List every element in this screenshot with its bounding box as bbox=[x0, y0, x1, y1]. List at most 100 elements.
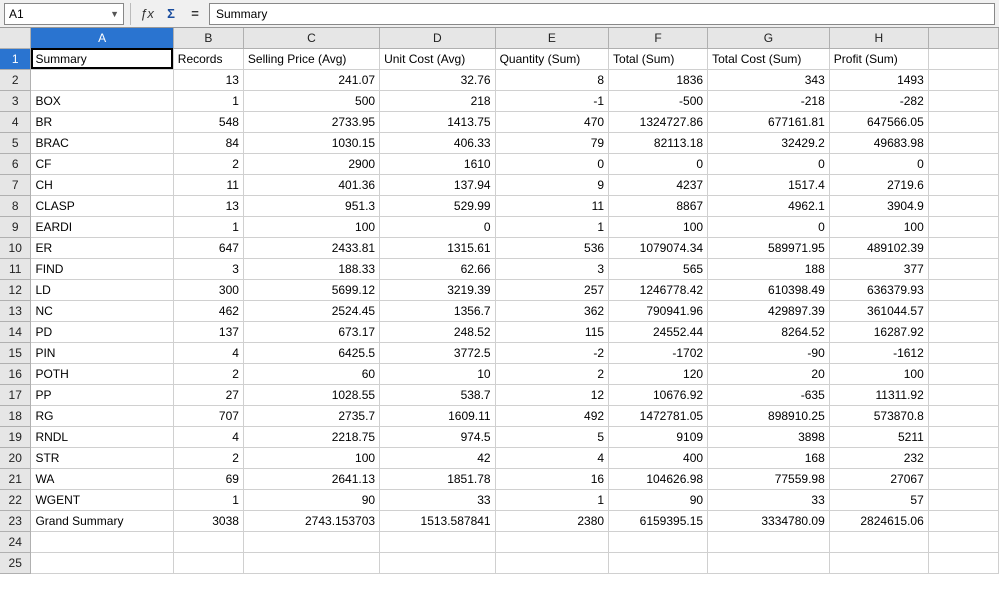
cell-B6[interactable]: 2 bbox=[173, 153, 243, 174]
cell-H3[interactable]: -282 bbox=[829, 90, 928, 111]
cell-E18[interactable]: 492 bbox=[495, 405, 608, 426]
row-header-2[interactable]: 2 bbox=[0, 69, 31, 90]
cell-extra-11[interactable] bbox=[928, 258, 998, 279]
column-header-E[interactable]: E bbox=[495, 28, 608, 48]
cell-D7[interactable]: 137.94 bbox=[380, 174, 496, 195]
cell-D21[interactable]: 1851.78 bbox=[380, 468, 496, 489]
cell-B11[interactable]: 3 bbox=[173, 258, 243, 279]
column-header-C[interactable]: C bbox=[243, 28, 379, 48]
row-header-16[interactable]: 16 bbox=[0, 363, 31, 384]
cell-C18[interactable]: 2735.7 bbox=[243, 405, 379, 426]
cell-D19[interactable]: 974.5 bbox=[380, 426, 496, 447]
cell-E21[interactable]: 16 bbox=[495, 468, 608, 489]
row-header-25[interactable]: 25 bbox=[0, 552, 31, 573]
cell-B16[interactable]: 2 bbox=[173, 363, 243, 384]
function-wizard-icon[interactable]: ƒx bbox=[137, 4, 157, 24]
cell-H9[interactable]: 100 bbox=[829, 216, 928, 237]
cell-B15[interactable]: 4 bbox=[173, 342, 243, 363]
cell-H19[interactable]: 5211 bbox=[829, 426, 928, 447]
cell-D10[interactable]: 1315.61 bbox=[380, 237, 496, 258]
cell-F13[interactable]: 790941.96 bbox=[609, 300, 708, 321]
cell-E19[interactable]: 5 bbox=[495, 426, 608, 447]
cell-B9[interactable]: 1 bbox=[173, 216, 243, 237]
cell-E15[interactable]: -2 bbox=[495, 342, 608, 363]
cell-D18[interactable]: 1609.11 bbox=[380, 405, 496, 426]
cell-E20[interactable]: 4 bbox=[495, 447, 608, 468]
column-header-extra[interactable] bbox=[928, 28, 998, 48]
cell-D20[interactable]: 42 bbox=[380, 447, 496, 468]
cell-B7[interactable]: 11 bbox=[173, 174, 243, 195]
row-header-11[interactable]: 11 bbox=[0, 258, 31, 279]
row-header-18[interactable]: 18 bbox=[0, 405, 31, 426]
cell-E25[interactable] bbox=[495, 552, 608, 573]
row-header-9[interactable]: 9 bbox=[0, 216, 31, 237]
cell-A18[interactable]: RG bbox=[31, 405, 173, 426]
cell-C8[interactable]: 951.3 bbox=[243, 195, 379, 216]
cell-G9[interactable]: 0 bbox=[708, 216, 830, 237]
row-header-4[interactable]: 4 bbox=[0, 111, 31, 132]
cell-B25[interactable] bbox=[173, 552, 243, 573]
cell-C19[interactable]: 2218.75 bbox=[243, 426, 379, 447]
row-header-7[interactable]: 7 bbox=[0, 174, 31, 195]
sum-icon[interactable]: Σ bbox=[161, 4, 181, 24]
cell-H23[interactable]: 2824615.06 bbox=[829, 510, 928, 531]
cell-H24[interactable] bbox=[829, 531, 928, 552]
column-header-H[interactable]: H bbox=[829, 28, 928, 48]
row-header-23[interactable]: 23 bbox=[0, 510, 31, 531]
row-header-8[interactable]: 8 bbox=[0, 195, 31, 216]
select-all-corner[interactable] bbox=[0, 28, 31, 48]
formula-input[interactable] bbox=[209, 3, 995, 25]
spreadsheet-grid[interactable]: ABCDEFGH1SummaryRecordsSelling Price (Av… bbox=[0, 28, 999, 574]
cell-B21[interactable]: 69 bbox=[173, 468, 243, 489]
cell-H17[interactable]: 11311.92 bbox=[829, 384, 928, 405]
cell-F9[interactable]: 100 bbox=[609, 216, 708, 237]
cell-D4[interactable]: 1413.75 bbox=[380, 111, 496, 132]
cell-C24[interactable] bbox=[243, 531, 379, 552]
cell-H4[interactable]: 647566.05 bbox=[829, 111, 928, 132]
cell-A14[interactable]: PD bbox=[31, 321, 173, 342]
cell-H13[interactable]: 361044.57 bbox=[829, 300, 928, 321]
row-header-12[interactable]: 12 bbox=[0, 279, 31, 300]
cell-C4[interactable]: 2733.95 bbox=[243, 111, 379, 132]
name-box[interactable]: A1 ▼ bbox=[4, 3, 124, 25]
cell-H15[interactable]: -1612 bbox=[829, 342, 928, 363]
row-header-6[interactable]: 6 bbox=[0, 153, 31, 174]
cell-B12[interactable]: 300 bbox=[173, 279, 243, 300]
cell-D24[interactable] bbox=[380, 531, 496, 552]
cell-G13[interactable]: 429897.39 bbox=[708, 300, 830, 321]
cell-extra-23[interactable] bbox=[928, 510, 998, 531]
cell-F17[interactable]: 10676.92 bbox=[609, 384, 708, 405]
cell-F8[interactable]: 8867 bbox=[609, 195, 708, 216]
cell-A19[interactable]: RNDL bbox=[31, 426, 173, 447]
cell-F18[interactable]: 1472781.05 bbox=[609, 405, 708, 426]
cell-H18[interactable]: 573870.8 bbox=[829, 405, 928, 426]
cell-D14[interactable]: 248.52 bbox=[380, 321, 496, 342]
cell-extra-9[interactable] bbox=[928, 216, 998, 237]
cell-extra-5[interactable] bbox=[928, 132, 998, 153]
cell-G18[interactable]: 898910.25 bbox=[708, 405, 830, 426]
cell-B10[interactable]: 647 bbox=[173, 237, 243, 258]
cell-F22[interactable]: 90 bbox=[609, 489, 708, 510]
cell-C25[interactable] bbox=[243, 552, 379, 573]
cell-A2[interactable] bbox=[31, 69, 173, 90]
cell-A10[interactable]: ER bbox=[31, 237, 173, 258]
cell-F3[interactable]: -500 bbox=[609, 90, 708, 111]
cell-G16[interactable]: 20 bbox=[708, 363, 830, 384]
cell-extra-12[interactable] bbox=[928, 279, 998, 300]
cell-B5[interactable]: 84 bbox=[173, 132, 243, 153]
cell-E16[interactable]: 2 bbox=[495, 363, 608, 384]
cell-H20[interactable]: 232 bbox=[829, 447, 928, 468]
cell-C9[interactable]: 100 bbox=[243, 216, 379, 237]
cell-G12[interactable]: 610398.49 bbox=[708, 279, 830, 300]
cell-extra-10[interactable] bbox=[928, 237, 998, 258]
cell-G14[interactable]: 8264.52 bbox=[708, 321, 830, 342]
cell-F12[interactable]: 1246778.42 bbox=[609, 279, 708, 300]
cell-H14[interactable]: 16287.92 bbox=[829, 321, 928, 342]
cell-E2[interactable]: 8 bbox=[495, 69, 608, 90]
cell-A17[interactable]: PP bbox=[31, 384, 173, 405]
cell-G20[interactable]: 168 bbox=[708, 447, 830, 468]
row-header-5[interactable]: 5 bbox=[0, 132, 31, 153]
cell-extra-8[interactable] bbox=[928, 195, 998, 216]
row-header-1[interactable]: 1 bbox=[0, 48, 31, 69]
cell-A3[interactable]: BOX bbox=[31, 90, 173, 111]
